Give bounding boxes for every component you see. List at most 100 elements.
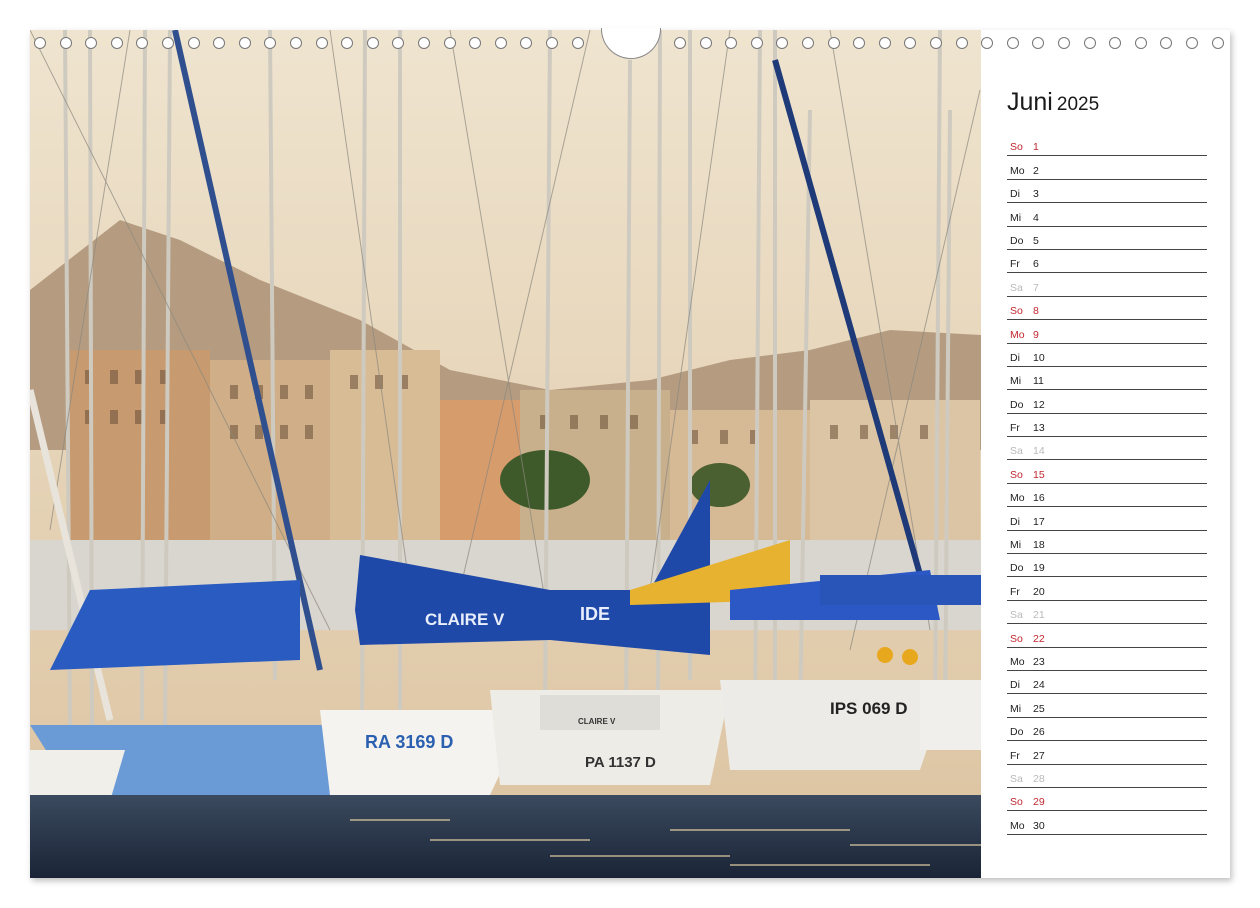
calendar-panel: Juni 2025 So 1 Mo 2 Di 3 Mi 4 Do 5 Fr 6 Sa 7 So 8 Mo 9 Di 10…	[1007, 84, 1207, 835]
weekday-label: Di	[1010, 188, 1020, 201]
weekday-label: Sa	[1010, 772, 1023, 785]
weekday-label: Mo	[1010, 164, 1025, 177]
binding-ring	[827, 37, 840, 49]
weekday-label: Do	[1010, 398, 1024, 411]
day-row: Di 24	[1007, 671, 1207, 695]
binding-ring	[469, 37, 482, 49]
binding-ring	[290, 37, 302, 49]
day-row: So 15	[1007, 460, 1207, 484]
day-number: 9	[1033, 328, 1039, 341]
hull-name-text: RA 3169 D	[365, 732, 453, 752]
day-row: So 1	[1007, 133, 1207, 157]
hull-name-text: CLAIRE V	[578, 717, 616, 726]
binding-ring	[1134, 37, 1147, 49]
weekday-label: Mi	[1010, 539, 1022, 552]
day-list: So 1 Mo 2 Di 3 Mi 4 Do 5 Fr 6 Sa 7 So 8 Mo 9 Di 10 Mi 11 Do 12 F…	[1007, 133, 1207, 835]
day-row: Fr 27	[1007, 741, 1207, 765]
binding-ring	[1058, 37, 1070, 49]
day-row: Mo 30	[1007, 811, 1207, 835]
day-number: 2	[1033, 164, 1039, 177]
weekday-label: Mo	[1010, 328, 1025, 341]
binding-ring	[213, 37, 226, 49]
day-number: 1	[1033, 141, 1039, 154]
day-number: 28	[1033, 772, 1045, 785]
day-row: Di 10	[1007, 344, 1207, 367]
day-row: Sa 14	[1007, 437, 1207, 461]
day-number: 14	[1033, 445, 1045, 458]
weekday-label: Mi	[1010, 702, 1022, 715]
binding-ring	[1083, 37, 1096, 49]
binding-ring	[162, 37, 174, 49]
day-row: Sa 7	[1007, 273, 1207, 297]
binding-ring	[494, 37, 507, 49]
binding-ring	[1211, 37, 1224, 49]
month-title: Juni 2025	[1007, 84, 1207, 123]
hull-name-text: IPS 069 D	[830, 699, 908, 718]
binding-ring	[776, 37, 789, 49]
binding-ring	[392, 37, 405, 49]
binding-ring	[315, 37, 328, 49]
binding-ring	[725, 37, 738, 49]
day-row: Di 17	[1007, 507, 1207, 531]
day-number: 30	[1033, 819, 1045, 832]
binding-ring	[699, 37, 712, 49]
day-number: 29	[1033, 796, 1045, 809]
day-row: Mi 11	[1007, 367, 1207, 391]
weekday-label: Di	[1010, 679, 1020, 692]
weekday-label: Sa	[1010, 281, 1023, 294]
binding-ring	[904, 37, 917, 49]
weekday-label: So	[1010, 468, 1023, 481]
year: 2025	[1056, 94, 1100, 115]
day-number: 15	[1033, 468, 1045, 481]
day-row: So 22	[1007, 624, 1207, 648]
day-number: 10	[1033, 351, 1045, 364]
day-number: 24	[1033, 679, 1045, 692]
binding-ring	[750, 37, 763, 49]
binding-ring	[443, 37, 456, 49]
day-number: 21	[1033, 609, 1045, 622]
binding-ring	[34, 37, 46, 49]
day-row: Mi 4	[1007, 203, 1207, 227]
binding-ring	[878, 37, 891, 49]
day-row: Mi 18	[1007, 531, 1207, 555]
day-number: 23	[1033, 655, 1045, 668]
weekday-label: Sa	[1010, 445, 1023, 458]
binding-ring	[1109, 37, 1122, 49]
weekday-label: So	[1010, 305, 1023, 318]
day-number: 5	[1033, 234, 1039, 247]
weekday-label: Mo	[1010, 492, 1025, 505]
weekday-label: Fr	[1010, 258, 1020, 271]
day-row: Sa 21	[1007, 601, 1207, 625]
weekday-label: Mi	[1010, 211, 1022, 224]
day-row: Do 26	[1007, 718, 1207, 742]
day-row: Sa 28	[1007, 765, 1207, 788]
day-row: Mo 2	[1007, 156, 1207, 180]
weekday-label: Di	[1010, 351, 1020, 364]
day-number: 12	[1033, 398, 1045, 411]
binding-ring	[802, 37, 814, 49]
day-number: 18	[1033, 539, 1045, 552]
weekday-label: So	[1010, 796, 1023, 809]
binding-ring	[85, 37, 98, 49]
day-row: Fr 20	[1007, 577, 1207, 601]
calendar-page: CLAIRE V IDE RA 3169 D PA 1137 D IPS 069…	[30, 28, 1230, 878]
day-row: Mo 23	[1007, 648, 1207, 671]
weekday-label: Fr	[1010, 749, 1020, 762]
binding-ring	[110, 37, 123, 49]
binding-ring	[264, 37, 277, 49]
weekday-label: Di	[1010, 515, 1020, 528]
harbor-photo: CLAIRE V IDE RA 3169 D PA 1137 D IPS 069…	[30, 30, 981, 878]
weekday-label: Mi	[1010, 375, 1022, 388]
binding-ring	[674, 37, 686, 49]
binding-ring	[366, 37, 379, 49]
day-number: 20	[1033, 585, 1045, 598]
sail-name-text: CLAIRE V	[425, 610, 505, 629]
weekday-label: So	[1010, 141, 1023, 154]
sail-name-text: IDE	[580, 604, 610, 624]
day-number: 6	[1033, 258, 1039, 271]
weekday-label: Do	[1010, 234, 1024, 247]
month-name: Juni	[1007, 88, 1053, 116]
weekday-label: Fr	[1010, 422, 1020, 435]
day-row: Fr 13	[1007, 414, 1207, 438]
binding-ring	[1032, 37, 1045, 49]
